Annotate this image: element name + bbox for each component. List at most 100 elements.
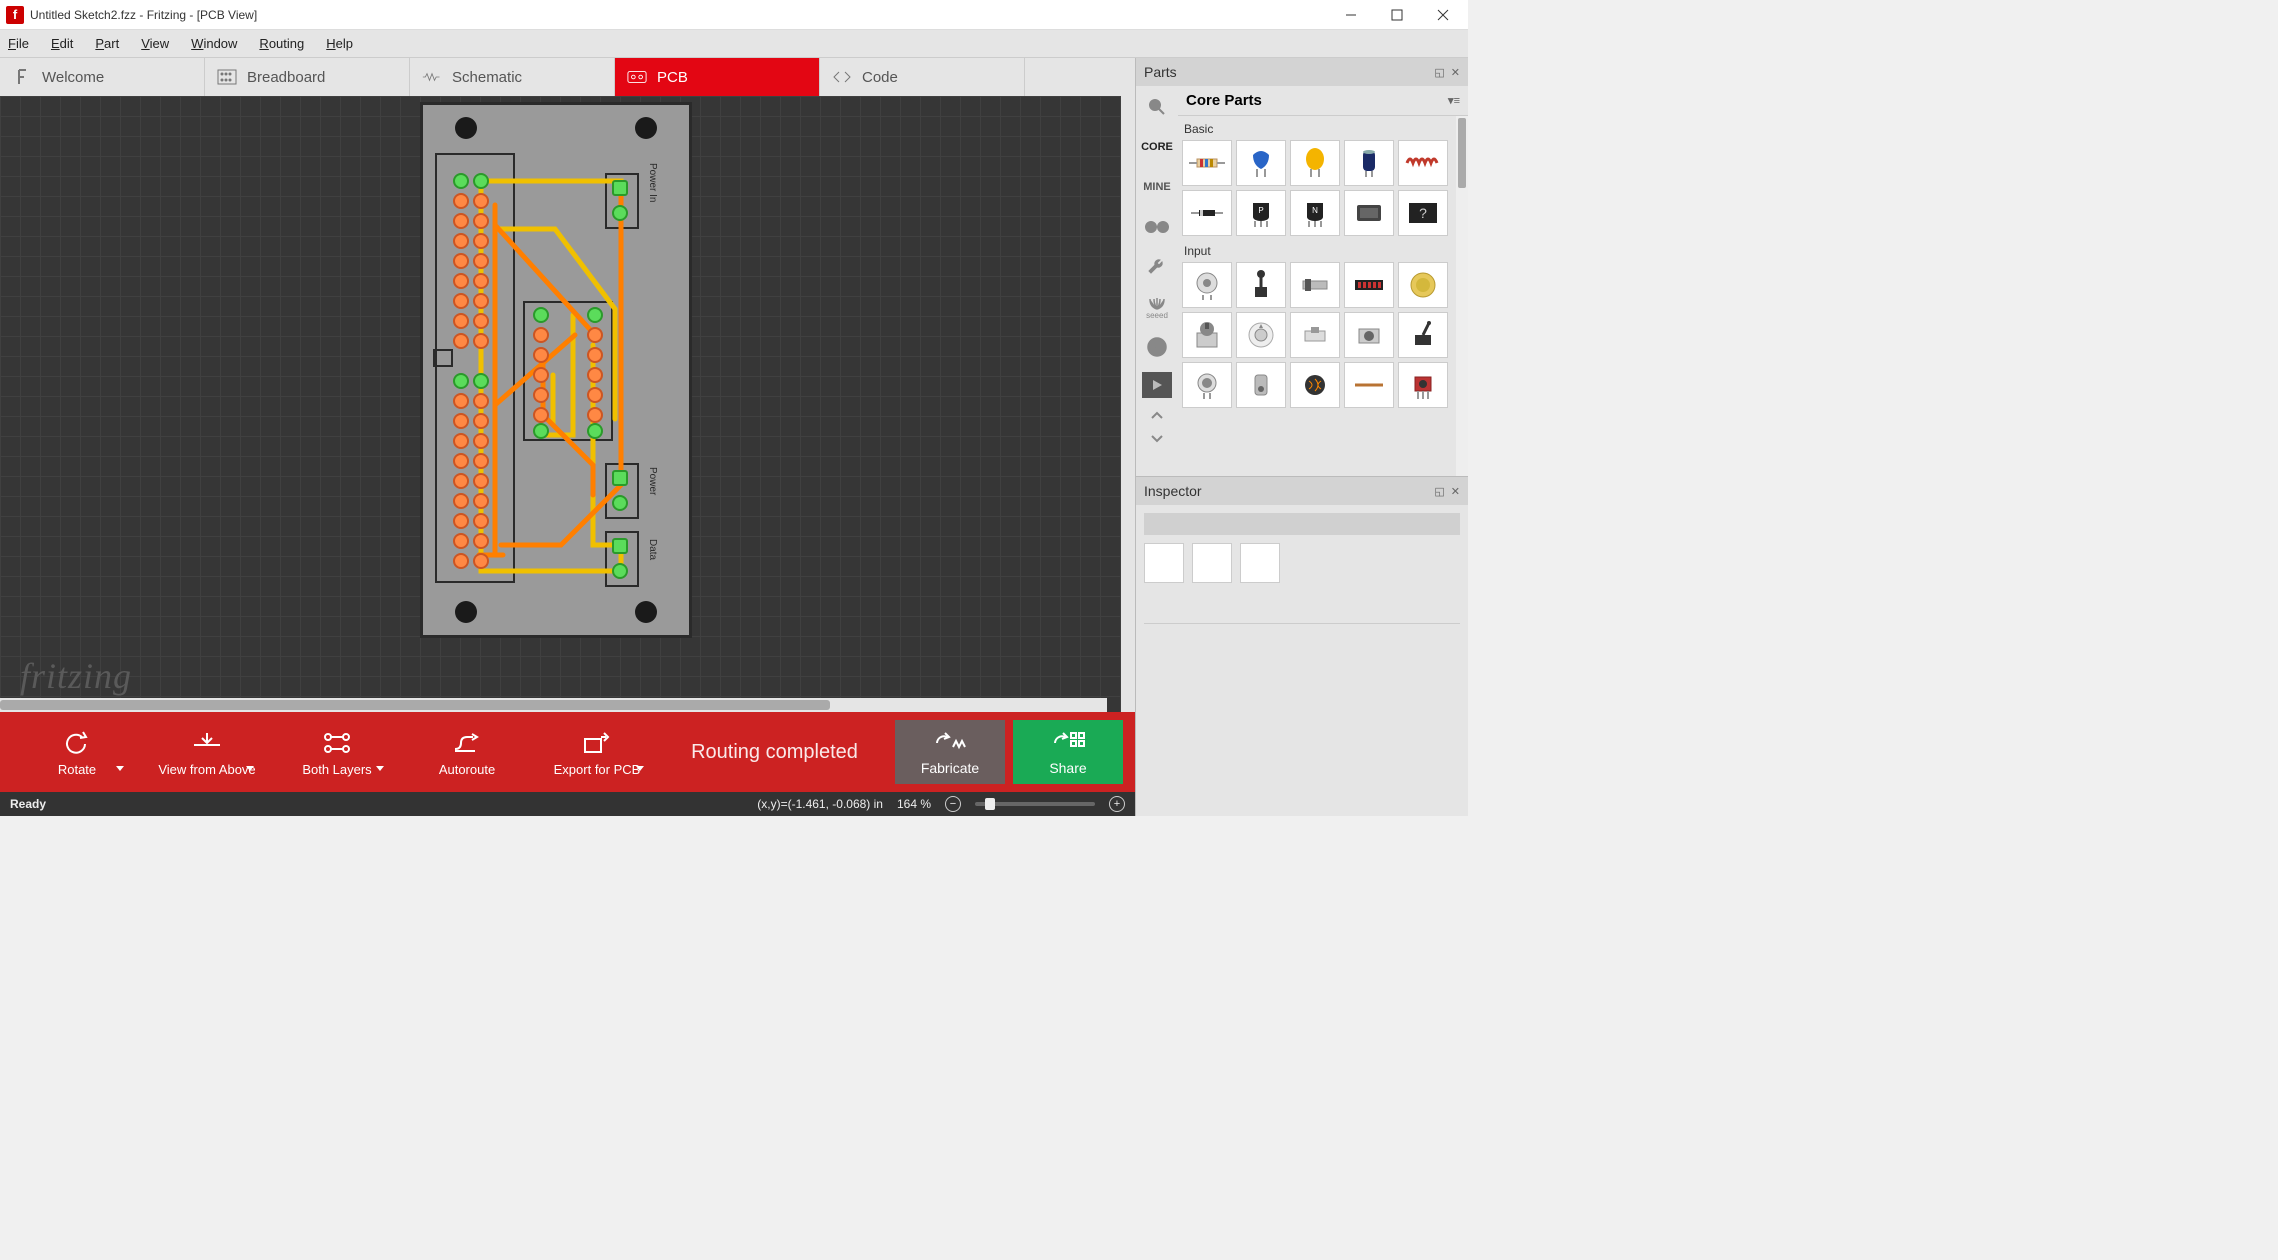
part-wire[interactable] bbox=[1344, 362, 1394, 408]
part-rotary-dial[interactable] bbox=[1236, 312, 1286, 358]
bin-mine[interactable]: MINE bbox=[1139, 172, 1175, 202]
bin-title-bar: Core Parts ▾≡ bbox=[1178, 86, 1468, 116]
menu-window[interactable]: Window bbox=[191, 36, 237, 51]
part-joystick[interactable] bbox=[1236, 262, 1286, 308]
pcb-canvas[interactable]: fritzing Power In Power Data bbox=[0, 96, 1135, 712]
part-inductor[interactable] bbox=[1398, 140, 1448, 186]
bin-seeed-icon[interactable]: seeed bbox=[1139, 292, 1175, 322]
part-transistor-n[interactable]: N bbox=[1290, 190, 1340, 236]
bin-intel-icon[interactable]: intel bbox=[1139, 332, 1175, 362]
close-icon[interactable]: ✕ bbox=[1451, 485, 1460, 498]
inspector-name-field[interactable] bbox=[1144, 513, 1460, 535]
rotate-button[interactable]: Rotate bbox=[12, 728, 142, 777]
search-icon[interactable] bbox=[1139, 92, 1175, 122]
tab-pcb[interactable]: PCB bbox=[615, 58, 820, 96]
parts-grid-input bbox=[1182, 260, 1464, 414]
both-layers-button[interactable]: Both Layers bbox=[272, 728, 402, 777]
menu-routing[interactable]: Routing bbox=[259, 36, 304, 51]
pcb-board[interactable]: Power In Power Data bbox=[420, 102, 692, 638]
part-tantalum-cap[interactable] bbox=[1290, 140, 1340, 186]
part-pushbutton[interactable] bbox=[1344, 312, 1394, 358]
parts-grid-basic: P N ? bbox=[1182, 138, 1464, 242]
bin-arduino-icon[interactable] bbox=[1139, 212, 1175, 242]
menu-help[interactable]: Help bbox=[326, 36, 353, 51]
tab-code[interactable]: Code bbox=[820, 58, 1025, 96]
divider bbox=[1144, 623, 1460, 624]
zoom-in-button[interactable]: + bbox=[1109, 796, 1125, 812]
part-resistor[interactable] bbox=[1182, 140, 1232, 186]
category-basic: Basic bbox=[1182, 120, 1464, 138]
btn-label: View from Above bbox=[158, 762, 255, 777]
bin-core[interactable]: CORE bbox=[1139, 132, 1175, 162]
inspector-thumb[interactable] bbox=[1240, 543, 1280, 583]
tab-label: PCB bbox=[657, 69, 688, 86]
part-coin-cell[interactable] bbox=[1398, 262, 1448, 308]
view-tabs: Welcome Breadboard Schematic PCB Code bbox=[0, 58, 1135, 96]
menu-view[interactable]: View bbox=[141, 36, 169, 51]
autoroute-icon bbox=[452, 728, 482, 758]
btn-label: Fabricate bbox=[921, 760, 979, 776]
part-mystery[interactable]: ? bbox=[1398, 190, 1448, 236]
zoom-slider[interactable] bbox=[975, 802, 1095, 806]
part-microphone[interactable] bbox=[1182, 362, 1232, 408]
tab-breadboard[interactable]: Breadboard bbox=[205, 58, 410, 96]
undock-icon[interactable]: ◱ bbox=[1434, 66, 1444, 79]
part-toggle[interactable] bbox=[1398, 312, 1448, 358]
part-relay[interactable] bbox=[1344, 190, 1394, 236]
dropdown-icon bbox=[376, 766, 384, 771]
bin-wrench-icon[interactable] bbox=[1139, 252, 1175, 282]
dropdown-icon bbox=[116, 766, 124, 771]
bin-up-icon[interactable] bbox=[1139, 408, 1175, 422]
maximize-button[interactable] bbox=[1374, 1, 1420, 29]
close-button[interactable] bbox=[1420, 1, 1466, 29]
export-icon bbox=[582, 728, 612, 758]
titlebar: f Untitled Sketch2.fzz - Fritzing - [PCB… bbox=[0, 0, 1468, 30]
part-transistor-p[interactable]: P bbox=[1236, 190, 1286, 236]
fabricate-icon bbox=[933, 729, 967, 756]
part-potentiometer[interactable] bbox=[1182, 312, 1232, 358]
pcb-icon bbox=[627, 67, 647, 87]
f-icon bbox=[12, 67, 32, 87]
inspector-thumb[interactable] bbox=[1192, 543, 1232, 583]
svg-text:?: ? bbox=[1419, 205, 1427, 221]
export-pcb-button[interactable]: Export for PCB bbox=[532, 728, 662, 777]
fabricate-button[interactable]: Fabricate bbox=[895, 720, 1005, 784]
part-slide-switch[interactable] bbox=[1290, 262, 1340, 308]
view-from-above-button[interactable]: View from Above bbox=[142, 728, 272, 777]
part-ir-sensor[interactable] bbox=[1398, 362, 1448, 408]
part-dip-switch[interactable] bbox=[1344, 262, 1394, 308]
menu-part[interactable]: Part bbox=[95, 36, 119, 51]
part-tactile[interactable] bbox=[1290, 312, 1340, 358]
tab-schematic[interactable]: Schematic bbox=[410, 58, 615, 96]
parts-scrollbar[interactable] bbox=[1456, 116, 1468, 476]
app-icon: f bbox=[6, 6, 24, 24]
bin-menu-icon[interactable]: ▾≡ bbox=[1448, 94, 1460, 107]
inspector-thumb[interactable] bbox=[1144, 543, 1184, 583]
inspector-header[interactable]: Inspector ◱✕ bbox=[1136, 477, 1468, 505]
parts-panel-header[interactable]: Parts ◱✕ bbox=[1136, 58, 1468, 86]
svg-text:P: P bbox=[1258, 206, 1263, 215]
zoom-out-button[interactable]: − bbox=[945, 796, 961, 812]
part-rotary-encoder[interactable] bbox=[1182, 262, 1232, 308]
part-tilt[interactable] bbox=[1236, 362, 1286, 408]
share-button[interactable]: Share bbox=[1013, 720, 1123, 784]
part-electrolytic-cap[interactable] bbox=[1344, 140, 1394, 186]
menu-file[interactable]: File bbox=[8, 36, 29, 51]
bin-play-icon[interactable] bbox=[1142, 372, 1172, 398]
bin-down-icon[interactable] bbox=[1139, 432, 1175, 446]
horizontal-scrollbar[interactable] bbox=[0, 698, 1107, 712]
undock-icon[interactable]: ◱ bbox=[1434, 485, 1444, 498]
view-icon bbox=[192, 728, 222, 758]
tab-welcome[interactable]: Welcome bbox=[0, 58, 205, 96]
menu-edit[interactable]: Edit bbox=[51, 36, 73, 51]
part-photoresistor[interactable] bbox=[1290, 362, 1340, 408]
minimize-button[interactable] bbox=[1328, 1, 1374, 29]
code-icon bbox=[832, 67, 852, 87]
part-ceramic-cap[interactable] bbox=[1236, 140, 1286, 186]
tab-label: Welcome bbox=[42, 69, 104, 86]
status-coords: (x,y)=(-1.461, -0.068) in bbox=[757, 797, 883, 811]
autoroute-button[interactable]: Autoroute bbox=[402, 728, 532, 777]
close-icon[interactable]: ✕ bbox=[1451, 66, 1460, 79]
part-diode[interactable] bbox=[1182, 190, 1232, 236]
right-panels: Parts ◱✕ CORE MINE seeed intel Core Part… bbox=[1135, 58, 1468, 816]
